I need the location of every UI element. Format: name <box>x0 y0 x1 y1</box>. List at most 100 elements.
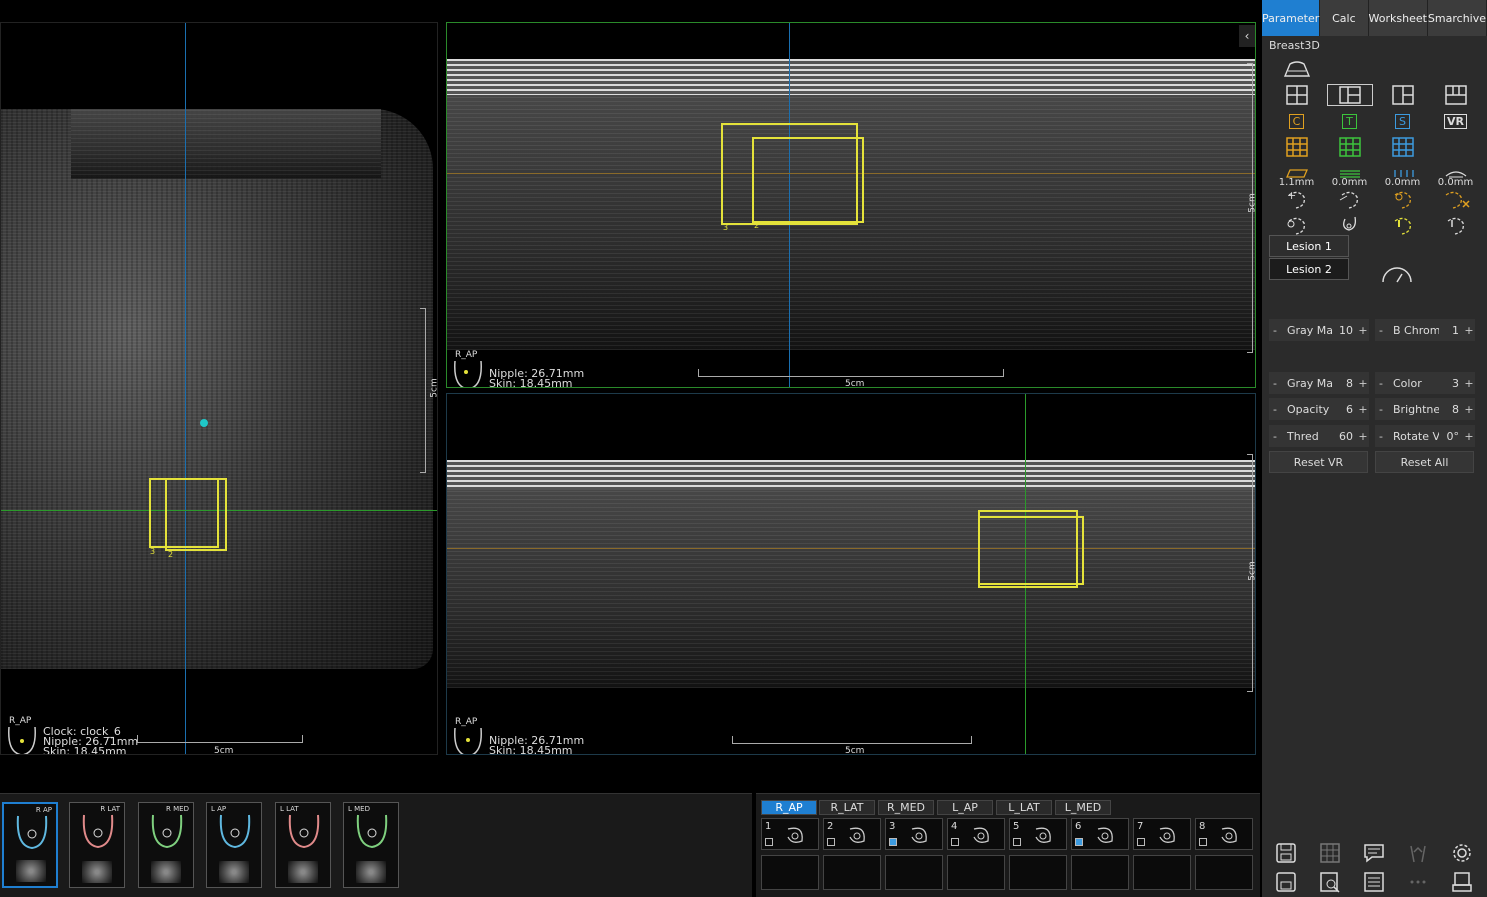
clip-slot[interactable]: 4 <box>947 818 1005 850</box>
tab-worksheet[interactable]: Worksheet <box>1368 0 1428 36</box>
settings-gear-icon[interactable] <box>1440 838 1484 867</box>
thumbnail-l-ap[interactable]: L AP <box>206 802 262 888</box>
increase-button[interactable]: + <box>1463 430 1475 443</box>
decrease-button[interactable]: - <box>1375 377 1387 390</box>
tab-calc[interactable]: Calc <box>1320 0 1369 36</box>
clip-slot[interactable]: 6 <box>1071 818 1129 850</box>
slice-thickness-vr-icon[interactable]: 0.0mm <box>1429 160 1482 188</box>
lesion-marker-icon[interactable] <box>1376 212 1429 238</box>
clip-tab-r-ap[interactable]: R_AP <box>761 800 817 815</box>
increase-button[interactable]: + <box>1357 377 1369 390</box>
lesion-roi-box[interactable] <box>978 516 1084 585</box>
clip-slot-empty[interactable] <box>1071 855 1129 890</box>
clip-slot-empty[interactable] <box>885 855 943 890</box>
vr-view-icon[interactable]: VR <box>1429 108 1482 134</box>
collapse-panel-button[interactable]: ‹ <box>1239 25 1255 47</box>
clip-slot[interactable]: 8 <box>1195 818 1253 850</box>
lesion-item[interactable]: Lesion 1 <box>1269 235 1349 257</box>
decrease-button[interactable]: - <box>1375 403 1387 416</box>
decrease-button[interactable]: - <box>1375 430 1387 443</box>
decrease-button[interactable]: - <box>1269 403 1281 416</box>
delete-lesion-icon[interactable] <box>1429 186 1482 212</box>
clip-tab-l-med[interactable]: L_MED <box>1055 800 1111 815</box>
clip-slot[interactable]: 2 <box>823 818 881 850</box>
add-lesion-icon[interactable]: + <box>1270 186 1323 212</box>
clip-slot-empty[interactable] <box>947 855 1005 890</box>
comment-icon[interactable] <box>1352 838 1396 867</box>
clip-slot-empty[interactable] <box>1195 855 1253 890</box>
clip-tab-l-lat[interactable]: L_LAT <box>996 800 1052 815</box>
clip-tab-r-lat[interactable]: R_LAT <box>819 800 875 815</box>
grid-icon[interactable] <box>1308 838 1352 867</box>
thumbnail-l-lat[interactable]: L LAT <box>275 802 331 888</box>
decrease-button[interactable]: - <box>1375 324 1387 337</box>
save-icon[interactable] <box>1264 838 1308 867</box>
layout-1plus2-icon[interactable] <box>1323 82 1376 108</box>
layout-2plus1-icon[interactable] <box>1376 82 1429 108</box>
slice-thickness-coronal-icon[interactable]: 1.1mm <box>1270 160 1323 188</box>
clip-slot-empty[interactable] <box>1133 855 1191 890</box>
sagittal-view-icon[interactable]: S <box>1376 108 1429 134</box>
clip-checkbox[interactable] <box>1137 838 1145 846</box>
reset-vr-button[interactable]: Reset VR <box>1269 451 1368 473</box>
clip-slot[interactable]: 3 <box>885 818 943 850</box>
thumbnail-r-lat[interactable]: R LAT <box>69 802 125 888</box>
clip-checkbox[interactable] <box>827 838 835 846</box>
lesion-roi-box[interactable] <box>752 137 864 223</box>
increase-button[interactable]: + <box>1357 324 1369 337</box>
lesion-roi-box[interactable] <box>165 478 227 551</box>
increase-button[interactable]: + <box>1357 430 1369 443</box>
increase-button[interactable]: + <box>1463 403 1475 416</box>
thumbnail-r-ap[interactable]: R AP <box>2 802 58 888</box>
search-report-icon[interactable] <box>1308 867 1352 896</box>
transverse-view-icon[interactable]: T <box>1323 108 1376 134</box>
clip-checkbox[interactable] <box>1199 838 1207 846</box>
thumbnail-r-med[interactable]: R MED <box>138 802 194 888</box>
coronal-view-icon[interactable]: C <box>1270 108 1323 134</box>
print-icon[interactable] <box>1440 867 1484 896</box>
clip-slot-empty[interactable] <box>761 855 819 890</box>
clip-checkbox[interactable] <box>1013 838 1021 846</box>
lesion-item[interactable]: Lesion 2 <box>1269 258 1349 280</box>
increase-button[interactable]: + <box>1463 324 1475 337</box>
edit-lesion-icon[interactable] <box>1323 186 1376 212</box>
decrease-button[interactable]: - <box>1269 324 1281 337</box>
transverse-viewport[interactable]: 3 2 ‹ 5cm R_AP Nipple: 26.71mm Skin: 18.… <box>446 22 1256 388</box>
probe-icon-button[interactable] <box>1270 56 1323 82</box>
layout-3col-icon[interactable] <box>1429 82 1482 108</box>
gauge-icon[interactable] <box>1380 264 1414 290</box>
clip-slot-empty[interactable] <box>823 855 881 890</box>
tab-parameter[interactable]: Parameter <box>1262 0 1321 36</box>
decrease-button[interactable]: - <box>1269 430 1281 443</box>
clip-slot[interactable]: 5 <box>1009 818 1067 850</box>
lesion-pointer-icon[interactable] <box>1429 212 1482 238</box>
coronal-viewport[interactable]: 3 2 5cm R_AP Clock: clock_6 Nipple: 26.7… <box>0 22 438 755</box>
body-mark-icon[interactable] <box>1396 838 1440 867</box>
report-list-icon[interactable] <box>1352 867 1396 896</box>
clip-checkbox[interactable] <box>765 838 773 846</box>
clip-checkbox[interactable] <box>951 838 959 846</box>
clip-checkbox[interactable] <box>889 838 897 846</box>
thumbnail-l-med[interactable]: L MED <box>343 802 399 888</box>
clip-tab-l-ap[interactable]: L_AP <box>937 800 993 815</box>
layout-2x2-icon[interactable] <box>1270 82 1323 108</box>
multislice-sagittal-icon[interactable] <box>1376 134 1429 160</box>
sagittal-viewport[interactable]: 5cm R_AP Nipple: 26.71mm Skin: 18.45mm 5… <box>446 393 1256 755</box>
slice-thickness-transverse-icon[interactable]: 0.0mm <box>1323 160 1376 188</box>
clip-checkbox[interactable] <box>1075 838 1083 846</box>
reset-all-button[interactable]: Reset All <box>1375 451 1474 473</box>
more-icon[interactable] <box>1396 867 1440 896</box>
save-as-icon[interactable] <box>1264 867 1308 896</box>
increase-button[interactable]: + <box>1463 377 1475 390</box>
clip-slot-empty[interactable] <box>1009 855 1067 890</box>
clip-tab-r-med[interactable]: R_MED <box>878 800 934 815</box>
auto-lesion-icon[interactable] <box>1376 186 1429 212</box>
multislice-transverse-icon[interactable] <box>1323 134 1376 160</box>
decrease-button[interactable]: - <box>1269 377 1281 390</box>
increase-button[interactable]: + <box>1357 403 1369 416</box>
tab-smarchive[interactable]: Smarchive <box>1427 0 1487 36</box>
slice-thickness-sagittal-icon[interactable]: 0.0mm <box>1376 160 1429 188</box>
multislice-coronal-icon[interactable] <box>1270 134 1323 160</box>
clip-slot[interactable]: 7 <box>1133 818 1191 850</box>
clip-slot[interactable]: 1 <box>761 818 819 850</box>
